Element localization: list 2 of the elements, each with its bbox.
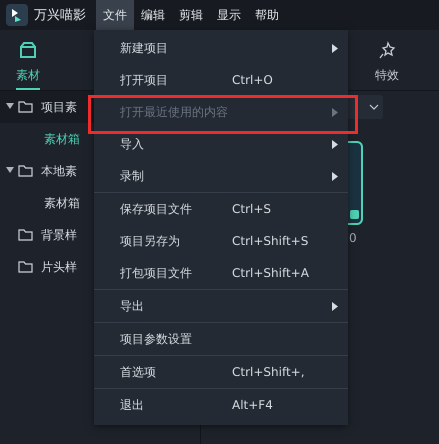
app-name: 万兴喵影 — [34, 7, 86, 24]
thumbnail-caption: 0 — [349, 231, 358, 245]
